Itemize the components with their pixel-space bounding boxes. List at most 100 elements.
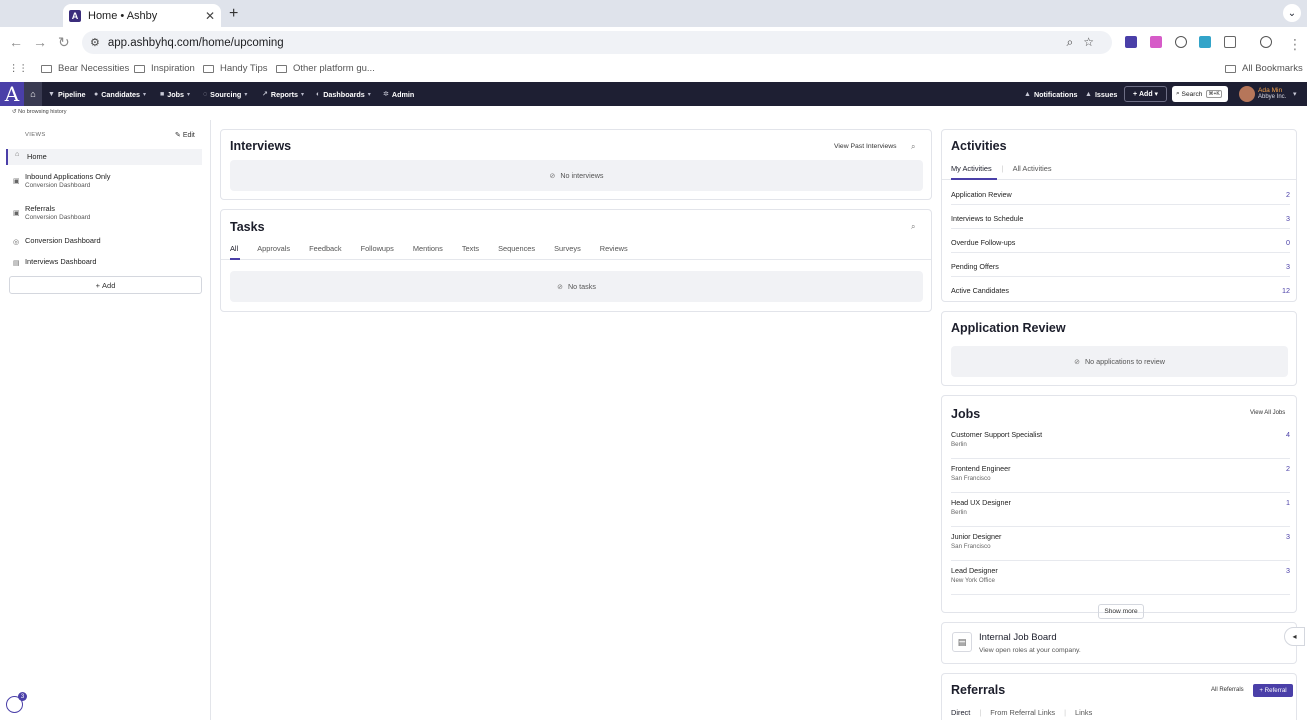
new-tab-icon[interactable]: + bbox=[229, 5, 238, 23]
add-view-button[interactable]: + Add bbox=[9, 276, 202, 294]
extensions-puzzle-icon[interactable] bbox=[1224, 36, 1236, 48]
internal-job-board-card[interactable]: ▤ Internal Job Board View open roles at … bbox=[941, 622, 1297, 664]
home-icon: ⌂ bbox=[15, 151, 20, 158]
forward-icon[interactable]: → bbox=[33, 34, 47, 50]
address-bar[interactable]: ⚙ app.ashbyhq.com/home/upcoming ⌕☆ bbox=[82, 31, 1112, 54]
folder-icon bbox=[134, 64, 145, 73]
back-icon[interactable]: ← bbox=[9, 34, 23, 50]
search-button[interactable]: ⌕ Search ⌘+K bbox=[1172, 86, 1228, 102]
nav-dashboards[interactable]: ◐ Dashboards ▾ bbox=[316, 82, 371, 106]
activity-row[interactable]: Pending Offers 3 bbox=[951, 253, 1290, 277]
chevron-down-icon: ▾ bbox=[142, 91, 146, 98]
nav-sourcing[interactable]: ◌ Sourcing ▾ bbox=[203, 82, 247, 106]
activity-row[interactable]: Application Review 2 bbox=[951, 181, 1290, 205]
nav-reports[interactable]: ↗ Reports ▾ bbox=[262, 82, 304, 106]
tab-feedback[interactable]: Feedback bbox=[309, 244, 341, 258]
tab-approvals[interactable]: Approvals bbox=[257, 244, 290, 258]
bookmark-folder[interactable]: Inspiration bbox=[134, 63, 195, 74]
job-row[interactable]: Lead Designer New York Office 3 bbox=[951, 561, 1290, 595]
view-past-interviews-link[interactable]: View Past Interviews bbox=[834, 143, 897, 150]
job-row[interactable]: Frontend Engineer San Francisco 2 bbox=[951, 459, 1290, 493]
site-info-icon[interactable]: ⚙ bbox=[90, 36, 100, 49]
add-button[interactable]: + Add ▾ bbox=[1124, 86, 1167, 102]
profile-icon[interactable] bbox=[1260, 36, 1272, 48]
tab-title: Home • Ashby bbox=[88, 9, 158, 22]
zoom-icon[interactable]: ⌕ bbox=[1067, 35, 1084, 49]
job-row[interactable]: Junior Designer San Francisco 3 bbox=[951, 527, 1290, 561]
activity-row[interactable]: Interviews to Schedule 3 bbox=[951, 205, 1290, 229]
tab-search-icon[interactable]: ⌄ bbox=[1283, 4, 1301, 22]
edit-views-button[interactable]: ✎ Edit bbox=[175, 131, 195, 139]
referrals-card: Referrals All Referrals + Referral Direc… bbox=[941, 673, 1297, 720]
tab-texts[interactable]: Texts bbox=[462, 244, 479, 258]
application-review-empty-state: ⊘ No applications to review bbox=[951, 346, 1288, 377]
help-widget[interactable]: 3 bbox=[6, 692, 27, 713]
avatar[interactable] bbox=[1239, 86, 1255, 102]
issues-button[interactable]: ▲ Issues bbox=[1085, 82, 1117, 106]
activity-row[interactable]: Active Candidates 12 bbox=[951, 277, 1290, 301]
ashby-extension-icon[interactable] bbox=[1125, 36, 1137, 48]
add-referral-button[interactable]: + Referral bbox=[1253, 684, 1293, 697]
notifications-button[interactable]: ▲ Notifications bbox=[1024, 82, 1077, 106]
empty-icon: ⊘ bbox=[549, 172, 556, 180]
tab-links[interactable]: Links bbox=[1075, 708, 1092, 720]
nav-candidates[interactable]: ● Candidates ▾ bbox=[94, 82, 146, 106]
tasks-title: Tasks bbox=[230, 220, 265, 234]
tab-sequences[interactable]: Sequences bbox=[498, 244, 535, 258]
nav-admin[interactable]: ✲ Admin bbox=[383, 82, 414, 106]
extension-icon-2[interactable] bbox=[1199, 36, 1211, 48]
tasks-empty-state: ⊘ No tasks bbox=[230, 271, 923, 302]
tab-my-activities[interactable]: My Activities bbox=[951, 164, 992, 178]
bell-icon: ▲ bbox=[1024, 90, 1031, 98]
extension-icon[interactable] bbox=[1150, 36, 1162, 48]
home-icon[interactable]: ⌂ bbox=[24, 82, 42, 106]
briefcase-icon: ■ bbox=[160, 90, 165, 98]
activity-row[interactable]: Overdue Follow-ups 0 bbox=[951, 229, 1290, 253]
sidebar-item-interviews-dashboard[interactable]: ▤ Interviews Dashboard bbox=[6, 257, 202, 267]
tab-reviews[interactable]: Reviews bbox=[600, 244, 628, 258]
user-menu[interactable]: Ada Min Abbye Inc. bbox=[1258, 87, 1286, 101]
bookmarks-bar: ⋮⋮ Bear Necessities Inspiration Handy Ti… bbox=[0, 57, 1307, 81]
bookmark-folder[interactable]: Other platform gu... bbox=[276, 63, 375, 74]
view-all-jobs-link[interactable]: View All Jobs bbox=[1250, 410, 1285, 416]
collapse-panel-icon[interactable]: ◂ bbox=[1284, 627, 1305, 646]
tab-followups[interactable]: Followups bbox=[361, 244, 394, 258]
tab-all[interactable]: All bbox=[230, 244, 238, 258]
nav-pipeline[interactable]: ▼ Pipeline bbox=[48, 82, 86, 106]
extension-settings-icon[interactable] bbox=[1175, 36, 1187, 48]
search-icon[interactable]: ⌕ bbox=[911, 142, 915, 152]
tab-mentions[interactable]: Mentions bbox=[413, 244, 443, 258]
search-icon[interactable]: ⌕ bbox=[911, 222, 915, 232]
apps-grid-icon[interactable]: ⋮⋮ bbox=[9, 63, 28, 74]
dashboard-icon: ◐ bbox=[316, 90, 321, 98]
job-row[interactable]: Customer Support Specialist Berlin 4 bbox=[951, 425, 1290, 459]
folder-icon bbox=[41, 64, 52, 73]
nav-jobs[interactable]: ■ Jobs ▾ bbox=[160, 82, 190, 106]
tab-from-referral-links[interactable]: From Referral Links bbox=[990, 708, 1055, 720]
job-row[interactable]: Head UX Designer Berlin 1 bbox=[951, 493, 1290, 527]
all-bookmarks[interactable]: All Bookmarks bbox=[1225, 63, 1303, 74]
reload-icon[interactable]: ↻ bbox=[58, 34, 70, 51]
bookmark-folder[interactable]: Bear Necessities bbox=[41, 63, 129, 74]
activities-card: Activities My Activities | All Activitie… bbox=[941, 129, 1297, 302]
chevron-down-icon[interactable]: ▾ bbox=[1293, 90, 1297, 98]
sourcing-icon: ◌ bbox=[203, 90, 208, 98]
bookmark-star-icon[interactable]: ☆ bbox=[1083, 35, 1104, 49]
sidebar-item-inbound-applications[interactable]: ▣ Inbound Applications Only Conversion D… bbox=[6, 172, 202, 189]
sidebar-item-referrals[interactable]: ▣ Referrals Conversion Dashboard bbox=[6, 204, 202, 221]
sidebar-item-conversion-dashboard[interactable]: ◎ Conversion Dashboard bbox=[6, 236, 202, 246]
tab-all-activities[interactable]: All Activities bbox=[1013, 164, 1052, 178]
all-referrals-link[interactable]: All Referrals bbox=[1211, 687, 1244, 693]
show-more-button[interactable]: Show more bbox=[1098, 604, 1144, 619]
tab-direct[interactable]: Direct bbox=[951, 708, 970, 720]
sidebar-item-home[interactable]: ⌂ Home bbox=[6, 149, 202, 165]
tab-surveys[interactable]: Surveys bbox=[554, 244, 581, 258]
views-heading: VIEWS bbox=[25, 132, 46, 138]
browser-tab[interactable]: A Home • Ashby ✕ bbox=[63, 4, 221, 27]
close-tab-icon[interactable]: ✕ bbox=[205, 9, 215, 23]
ashby-logo[interactable]: A bbox=[0, 82, 24, 106]
briefcase-icon: ▤ bbox=[952, 632, 972, 652]
active-tab-indicator bbox=[230, 258, 240, 260]
browser-menu-icon[interactable]: ⋮ bbox=[1288, 36, 1302, 53]
bookmark-folder[interactable]: Handy Tips bbox=[203, 63, 268, 74]
